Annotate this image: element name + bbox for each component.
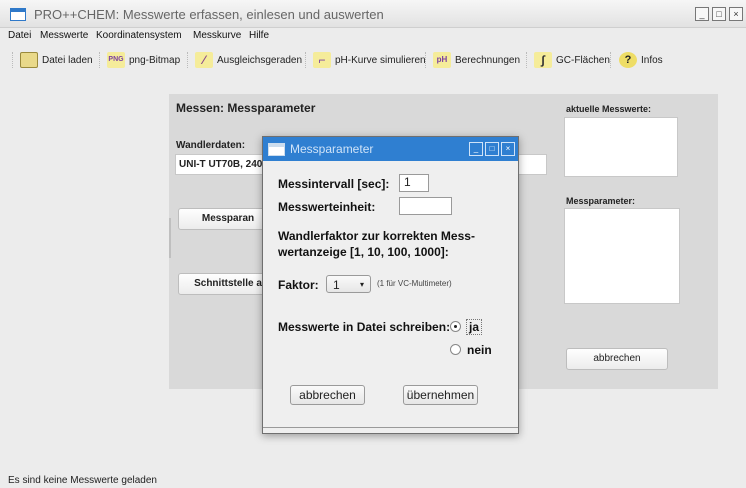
chevron-down-icon: ▾ (359, 280, 364, 289)
gc-areas-label: GC-Flächen (556, 54, 610, 66)
toolbar-separator (526, 52, 527, 68)
help-icon: ? (619, 52, 637, 68)
factor-select[interactable]: 1 ▾ (326, 275, 371, 293)
dialog-window-icon (268, 143, 285, 156)
yes-radio[interactable] (450, 321, 461, 332)
main-title-bar: PRO++CHEM: Messwerte erfassen, einlesen … (0, 0, 746, 28)
dialog-title-bar: Messparameter _ □ × (263, 137, 518, 161)
menu-bar: Datei Messwerte Koordinatensystem Messku… (0, 28, 746, 44)
splitter-handle[interactable] (169, 218, 171, 258)
factor-label: Faktor: (278, 278, 319, 292)
gc-areas-button[interactable]: ∫ GC-Flächen (534, 50, 610, 70)
dialog-minimize-button[interactable]: _ (469, 142, 483, 156)
unit-input[interactable] (399, 197, 452, 215)
png-bitmap-button[interactable]: PNG png-Bitmap (107, 50, 180, 70)
window-icon (10, 8, 26, 21)
toolbar-separator (425, 52, 426, 68)
messparameter-dialog: Messparameter _ □ × Messintervall [sec]:… (262, 136, 519, 434)
dialog-maximize-button[interactable]: □ (485, 142, 499, 156)
toolbar-separator (610, 52, 611, 68)
wandler-label: Wandlerdaten: (176, 140, 246, 151)
close-button[interactable]: × (729, 7, 743, 21)
interval-label: Messintervall [sec]: (278, 177, 390, 191)
png-icon: PNG (107, 52, 125, 68)
png-bitmap-label: png-Bitmap (129, 54, 181, 66)
load-file-button[interactable]: Datei laden (20, 50, 93, 70)
toolbar-separator (187, 52, 188, 68)
dialog-title: Messparameter (290, 142, 374, 156)
interval-input[interactable]: 1 (399, 174, 429, 192)
ph-icon: pH (433, 52, 451, 68)
menu-messkurve[interactable]: Messkurve (193, 30, 241, 41)
info-button[interactable]: ? Infos (619, 50, 663, 70)
menu-hilfe[interactable]: Hilfe (249, 30, 269, 41)
factor-hint: (1 für VC-Multimeter) (377, 279, 452, 288)
toolbar-separator (305, 52, 306, 68)
panel-heading: Messen: Messparameter (176, 101, 316, 115)
regression-lines-button[interactable]: ⁄ Ausgleichsgeraden (195, 50, 302, 70)
yes-radio-label[interactable]: ja (466, 319, 483, 335)
toolbar-separator (99, 52, 100, 68)
dialog-close-button[interactable]: × (501, 142, 515, 156)
current-values-box (564, 117, 678, 177)
curve-icon: ⌐ (313, 52, 331, 68)
wandler-value: UNI-T UT70B, 2400 (179, 159, 268, 170)
calculations-label: Berechnungen (455, 54, 521, 66)
minimize-button[interactable]: _ (695, 7, 709, 21)
factor-description-line2: wertanzeige [1, 10, 100, 1000]: (278, 245, 449, 259)
lines-icon: ⁄ (195, 52, 213, 68)
current-values-label: aktuelle Messwerte: (566, 104, 652, 114)
window-title: PRO++CHEM: Messwerte erfassen, einlesen … (34, 7, 384, 22)
info-label: Infos (641, 54, 663, 66)
factor-select-value: 1 (333, 278, 340, 292)
menu-messwerte[interactable]: Messwerte (40, 30, 88, 41)
cancel-button[interactable]: abbrechen (566, 348, 668, 370)
factor-description-line1: Wandlerfaktor zur korrekten Mess- (278, 229, 475, 243)
status-bar: Es sind keine Messwerte geladen (8, 475, 157, 486)
parameters-label: Messparameter: (566, 196, 636, 206)
calculations-button[interactable]: pH Berechnungen (433, 50, 520, 70)
load-file-label: Datei laden (42, 54, 93, 66)
menu-koordinatensystem[interactable]: Koordinatensystem (96, 30, 182, 41)
dialog-apply-button[interactable]: übernehmen (403, 385, 478, 405)
write-file-label: Messwerte in Datei schreiben: (278, 320, 451, 334)
menu-datei[interactable]: Datei (8, 30, 31, 41)
toolbar: Datei laden PNG png-Bitmap ⁄ Ausgleichsg… (0, 44, 746, 76)
folder-icon (20, 52, 38, 68)
parameters-box (564, 208, 680, 304)
regression-lines-label: Ausgleichsgeraden (217, 54, 303, 66)
integral-icon: ∫ (534, 52, 552, 68)
no-radio-label[interactable]: nein (467, 343, 492, 357)
ph-curve-label: pH-Kurve simulieren (335, 54, 426, 66)
dialog-bottom-divider (263, 427, 518, 428)
no-radio[interactable] (450, 344, 461, 355)
toolbar-separator (12, 52, 13, 68)
dialog-cancel-button[interactable]: abbrechen (290, 385, 365, 405)
unit-label: Messwerteinheit: (278, 200, 376, 214)
maximize-button[interactable]: □ (712, 7, 726, 21)
ph-curve-button[interactable]: ⌐ pH-Kurve simulieren (313, 50, 426, 70)
